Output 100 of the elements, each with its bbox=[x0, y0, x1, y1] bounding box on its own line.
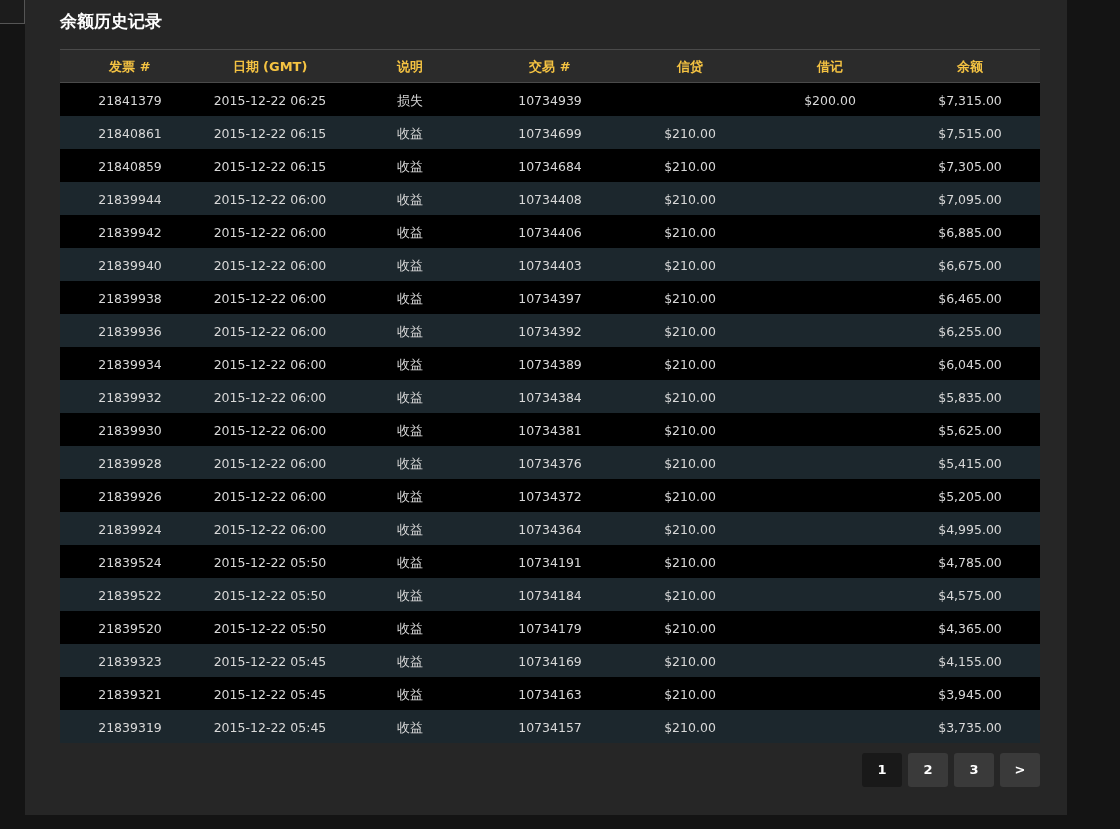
table-cell: 21839924 bbox=[98, 521, 162, 537]
table-cell: $210.00 bbox=[664, 290, 716, 306]
page-button[interactable]: 2 bbox=[908, 753, 948, 787]
table-cell: 10734408 bbox=[518, 191, 582, 207]
table-cell: 2015-12-22 06:00 bbox=[213, 455, 327, 471]
table-cell: 21839520 bbox=[98, 620, 162, 636]
table-cell: 2015-12-22 06:00 bbox=[213, 224, 327, 240]
table-cell: 21839942 bbox=[98, 224, 162, 240]
table-cell: $210.00 bbox=[664, 686, 716, 702]
table-cell: $6,255.00 bbox=[938, 323, 1002, 339]
table-cell: 收益 bbox=[397, 422, 423, 438]
table-cell: $210.00 bbox=[664, 389, 716, 405]
table-cell: 收益 bbox=[397, 191, 423, 207]
table-cell: 收益 bbox=[397, 488, 423, 504]
column-header: 说明 bbox=[397, 59, 423, 74]
table-cell: 21839928 bbox=[98, 455, 162, 471]
table-cell: $210.00 bbox=[664, 422, 716, 438]
table-cell: 2015-12-22 06:00 bbox=[213, 389, 327, 405]
page-button[interactable]: 3 bbox=[954, 753, 994, 787]
table-cell: 21839926 bbox=[98, 488, 162, 504]
table-cell: 2015-12-22 05:45 bbox=[213, 719, 327, 735]
table-cell: $210.00 bbox=[664, 158, 716, 174]
table-cell: $7,095.00 bbox=[938, 191, 1002, 207]
table-cell: 2015-12-22 05:50 bbox=[213, 620, 327, 636]
table-cell: 收益 bbox=[397, 554, 423, 570]
table-cell: 10734392 bbox=[518, 323, 582, 339]
table-cell: $4,785.00 bbox=[938, 554, 1002, 570]
table-cell: 收益 bbox=[397, 587, 423, 603]
table-cell: 10734163 bbox=[518, 686, 582, 702]
table-cell: $5,205.00 bbox=[938, 488, 1002, 504]
table-cell: 2015-12-22 06:00 bbox=[213, 290, 327, 306]
table-cell: $210.00 bbox=[664, 356, 716, 372]
table-cell: $4,575.00 bbox=[938, 587, 1002, 603]
table-cell: $6,885.00 bbox=[938, 224, 1002, 240]
table-cell: $210.00 bbox=[664, 191, 716, 207]
table-cell: 2015-12-22 06:00 bbox=[213, 323, 327, 339]
table-cell: 收益 bbox=[397, 257, 423, 273]
table-cell: 收益 bbox=[397, 356, 423, 372]
table-cell: $6,045.00 bbox=[938, 356, 1002, 372]
table-cell: $210.00 bbox=[664, 455, 716, 471]
page-button[interactable]: 1 bbox=[862, 753, 902, 787]
table-cell: 21841379 bbox=[98, 92, 162, 108]
table-cell: $4,365.00 bbox=[938, 620, 1002, 636]
table-cell: 收益 bbox=[397, 620, 423, 636]
table-cell: 收益 bbox=[397, 521, 423, 537]
table-cell: 收益 bbox=[397, 158, 423, 174]
table-cell: 2015-12-22 06:00 bbox=[213, 356, 327, 372]
table-cell: 收益 bbox=[397, 224, 423, 240]
page-button[interactable]: > bbox=[1000, 753, 1040, 787]
table-cell: $210.00 bbox=[664, 257, 716, 273]
table-cell: 10734381 bbox=[518, 422, 582, 438]
table-cell: $5,415.00 bbox=[938, 455, 1002, 471]
table-cell: 21839930 bbox=[98, 422, 162, 438]
table-cell: 21839944 bbox=[98, 191, 162, 207]
table-cell: $210.00 bbox=[664, 323, 716, 339]
table-cell: 21839940 bbox=[98, 257, 162, 273]
table-cell: 10734397 bbox=[518, 290, 582, 306]
table-cell: 2015-12-22 06:00 bbox=[213, 257, 327, 273]
table-cell: $210.00 bbox=[664, 488, 716, 504]
table-cell: 10734191 bbox=[518, 554, 582, 570]
table-cell: 10734384 bbox=[518, 389, 582, 405]
table-cell: 21839932 bbox=[98, 389, 162, 405]
table-cell: $200.00 bbox=[804, 92, 856, 108]
column-header: 发票 # bbox=[109, 59, 151, 74]
table-cell: $6,465.00 bbox=[938, 290, 1002, 306]
section-title: 余额历史记录 bbox=[60, 10, 162, 33]
table-cell: 2015-12-22 06:00 bbox=[213, 422, 327, 438]
table-cell: 21839936 bbox=[98, 323, 162, 339]
table-cell: $5,625.00 bbox=[938, 422, 1002, 438]
table-cell: 10734372 bbox=[518, 488, 582, 504]
table-cell: $3,735.00 bbox=[938, 719, 1002, 735]
table-cell: $210.00 bbox=[664, 587, 716, 603]
table-cell: 21840861 bbox=[98, 125, 162, 141]
table-cell: $210.00 bbox=[664, 224, 716, 240]
table-cell: $210.00 bbox=[664, 521, 716, 537]
table-cell: $7,305.00 bbox=[938, 158, 1002, 174]
column-header: 余额 bbox=[957, 59, 983, 74]
table-cell: 收益 bbox=[397, 719, 423, 735]
table-cell: 10734699 bbox=[518, 125, 582, 141]
table-cell: $6,675.00 bbox=[938, 257, 1002, 273]
table-cell: 10734939 bbox=[518, 92, 582, 108]
table-cell: 2015-12-22 05:50 bbox=[213, 554, 327, 570]
table-cell: 21839323 bbox=[98, 653, 162, 669]
table-cell: 10734376 bbox=[518, 455, 582, 471]
table-cell: 10734184 bbox=[518, 587, 582, 603]
table-cell: $5,835.00 bbox=[938, 389, 1002, 405]
table-cell: 21840859 bbox=[98, 158, 162, 174]
table-cell: 损失 bbox=[397, 92, 423, 108]
table-cell: 10734684 bbox=[518, 158, 582, 174]
table-cell: 2015-12-22 05:50 bbox=[213, 587, 327, 603]
table-cell: 2015-12-22 06:15 bbox=[213, 125, 327, 141]
table-cell: $210.00 bbox=[664, 554, 716, 570]
table-cell: 2015-12-22 06:00 bbox=[213, 488, 327, 504]
table-cell: 21839321 bbox=[98, 686, 162, 702]
table-cell: 10734169 bbox=[518, 653, 582, 669]
table-cell: 21839934 bbox=[98, 356, 162, 372]
table-cell: 收益 bbox=[397, 455, 423, 471]
table-cell: 收益 bbox=[397, 653, 423, 669]
table-cell: 收益 bbox=[397, 323, 423, 339]
table-cell: 21839524 bbox=[98, 554, 162, 570]
